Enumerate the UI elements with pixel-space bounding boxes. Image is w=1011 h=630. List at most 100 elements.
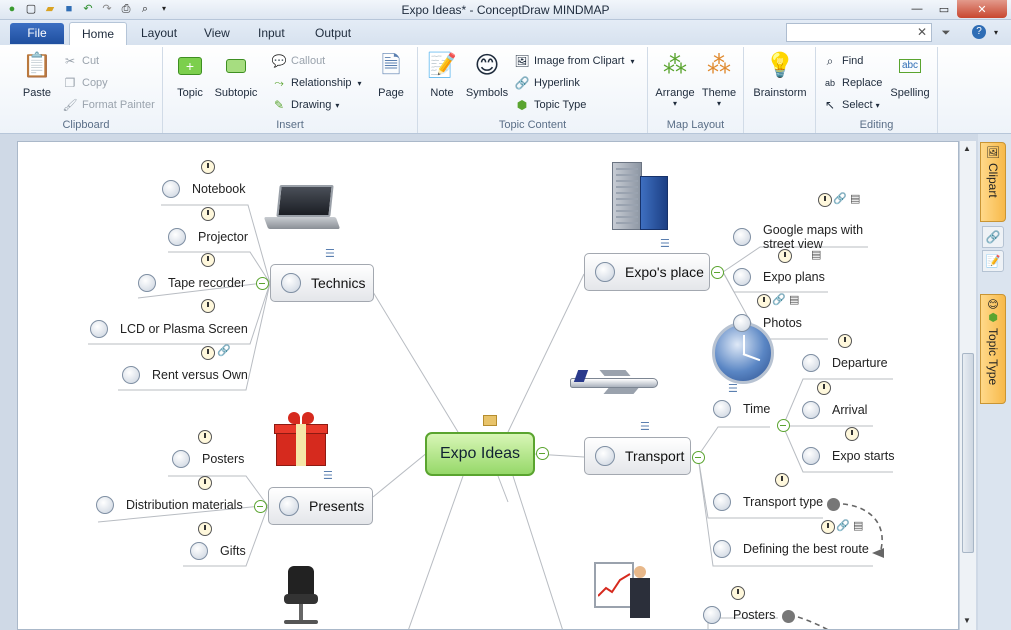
- tab-input[interactable]: Input: [258, 26, 285, 40]
- leaf-rent-versus-own[interactable]: Rent versus Own: [122, 364, 248, 386]
- relationship-icon: ⤳: [274, 75, 284, 90]
- binoculars-icon: ⌕: [826, 53, 834, 68]
- collapse-icon[interactable]: [711, 266, 724, 279]
- copy-button[interactable]: ❐ Copy: [62, 75, 108, 91]
- image-from-clipart-button[interactable]: 🖼 Image from Clipart ▾: [514, 53, 634, 69]
- maximize-button[interactable]: ▭: [931, 0, 957, 18]
- collapse-icon[interactable]: [536, 447, 549, 460]
- office-building-icon: [608, 162, 672, 232]
- topic-time[interactable]: Time: [713, 398, 770, 420]
- topic-circle: [733, 314, 751, 332]
- leaf-projector[interactable]: Projector: [168, 226, 248, 248]
- clock-icon: [198, 522, 212, 536]
- theme-button[interactable]: ⁂ Theme ▾: [698, 51, 740, 109]
- callout-button[interactable]: 💬 Callout: [271, 53, 326, 69]
- paste-button[interactable]: 📋 Paste: [14, 51, 60, 100]
- tab-home[interactable]: Home: [69, 22, 128, 46]
- clock-icon: [818, 193, 832, 207]
- relationship-start-dot[interactable]: [827, 498, 840, 511]
- clock-icon: [778, 249, 792, 263]
- drawing-dropdown-icon: ▾: [335, 100, 340, 110]
- theme-icon: ⁂: [707, 52, 731, 79]
- central-topic[interactable]: Expo Ideas: [425, 432, 535, 476]
- hyperlink-button[interactable]: 🔗 Hyperlink: [514, 75, 580, 91]
- presenter-chart-icon: [594, 556, 654, 629]
- brainstorm-button[interactable]: 💡 Brainstorm: [748, 51, 812, 100]
- spelling-button[interactable]: abc Spelling: [886, 51, 934, 99]
- arrange-dropdown-icon: ▾: [672, 99, 677, 108]
- clock-icon: [201, 299, 215, 313]
- leaf-posters[interactable]: Posters: [172, 448, 244, 470]
- help-dropdown-icon[interactable]: ▾: [988, 25, 1004, 41]
- leaf-google-maps[interactable]: Google maps with street view: [733, 222, 863, 252]
- scroll-up-icon[interactable]: ▲: [963, 144, 971, 153]
- select-button[interactable]: ↖ Select ▾: [822, 97, 880, 113]
- relationship-button[interactable]: ⤳ Relationship ▾: [271, 75, 361, 91]
- collapse-icon[interactable]: [777, 419, 790, 432]
- format-painter-button[interactable]: 🖌 Format Painter: [62, 97, 154, 113]
- leaf-notebook[interactable]: Notebook: [162, 178, 246, 200]
- leaf-tape-recorder[interactable]: Tape recorder: [138, 272, 245, 294]
- leaf-transport-type[interactable]: Transport type: [713, 491, 823, 513]
- map-layout-group-label: Map Layout: [666, 119, 725, 131]
- hyperlink-icon: 🔗: [833, 193, 847, 205]
- clipboard-group: 📋 Paste ✂ Cut ❐ Copy 🖌 Format Painter Clipb…: [10, 47, 163, 133]
- help-icon[interactable]: ?: [972, 25, 986, 39]
- topic-technics[interactable]: Technics: [270, 264, 374, 302]
- leaf-expo-plans[interactable]: Expo plans: [733, 266, 825, 288]
- minimize-button[interactable]: —: [903, 0, 931, 18]
- topic-content-group: 📝 Note 😊 Symbols 🖼 Image from Clipart ▾ 🔗 H…: [418, 47, 648, 133]
- collapse-icon[interactable]: [256, 277, 269, 290]
- mindmap-canvas[interactable]: Expo Ideas Technics ☰ Notebook Projector…: [17, 141, 959, 630]
- leaf-lcd-plasma[interactable]: LCD or Plasma Screen: [90, 318, 248, 340]
- replace-button[interactable]: ab Replace: [822, 75, 882, 91]
- topic-transport[interactable]: Transport: [584, 437, 691, 475]
- symbols-button[interactable]: 😊 Symbols: [462, 51, 512, 100]
- vertical-scrollbar[interactable]: ▲ ▼: [959, 141, 976, 630]
- drawing-button[interactable]: ✎ Drawing ▾: [271, 97, 339, 113]
- topic-circle: [713, 540, 731, 558]
- arrange-button[interactable]: ⁂ Arrange ▾: [652, 51, 698, 109]
- topic-presents[interactable]: Presents: [268, 487, 373, 525]
- tab-clipart[interactable]: 🖼 Clipart: [980, 142, 1006, 222]
- note-panel-tab[interactable]: 📝: [982, 250, 1004, 272]
- collapse-icon[interactable]: [692, 451, 705, 464]
- scroll-down-icon[interactable]: ▼: [963, 616, 971, 625]
- tab-output[interactable]: Output: [315, 26, 351, 40]
- search-input[interactable]: ✕: [786, 23, 932, 42]
- collapse-icon[interactable]: [254, 500, 267, 513]
- hyperlink-panel-tab[interactable]: 🔗: [982, 226, 1004, 248]
- clock-icon: [201, 160, 215, 174]
- leaf-defining-best-route[interactable]: Defining the best route: [713, 538, 869, 560]
- leaf-arrival[interactable]: Arrival: [802, 399, 867, 421]
- note-button[interactable]: 📝 Note: [424, 51, 460, 100]
- leaf-expo-starts[interactable]: Expo starts: [802, 445, 895, 467]
- topic-circle: [733, 268, 751, 286]
- clear-search-icon[interactable]: ✕: [917, 25, 927, 39]
- tab-topic-type[interactable]: 😊 ⬢ Topic Type: [980, 294, 1006, 404]
- leaf-departure[interactable]: Departure: [802, 352, 888, 374]
- relationship-start-dot[interactable]: [782, 610, 795, 623]
- scroll-thumb[interactable]: [962, 353, 974, 553]
- arrange-icon: ⁂: [663, 52, 687, 79]
- subtopic-icon: [221, 51, 251, 81]
- replace-icon: ab: [824, 78, 835, 88]
- leaf-photos[interactable]: Photos: [733, 312, 802, 334]
- clock-icon: [757, 294, 771, 308]
- tab-view[interactable]: View: [204, 26, 230, 40]
- filter-icon[interactable]: ⏷: [938, 25, 954, 41]
- topic-button[interactable]: + Topic: [171, 51, 209, 99]
- hyperlink-icon: 🔗: [514, 76, 530, 90]
- leaf-distribution-materials[interactable]: Distribution materials: [96, 494, 243, 516]
- leaf-posters-bottom[interactable]: Posters: [703, 604, 775, 626]
- subtopic-button[interactable]: Subtopic: [211, 51, 261, 99]
- tab-file[interactable]: File: [10, 23, 64, 44]
- find-button[interactable]: ⌕ Find: [822, 53, 864, 69]
- cut-button[interactable]: ✂ Cut: [62, 53, 99, 69]
- close-button[interactable]: ✕: [957, 0, 1007, 18]
- page-button[interactable]: 🗎 Page: [371, 51, 411, 100]
- leaf-gifts[interactable]: Gifts: [190, 540, 246, 562]
- topic-type-button[interactable]: ⬢ Topic Type: [514, 97, 587, 113]
- topic-expos-place[interactable]: Expo's place: [584, 253, 710, 291]
- tab-layout[interactable]: Layout: [141, 26, 177, 40]
